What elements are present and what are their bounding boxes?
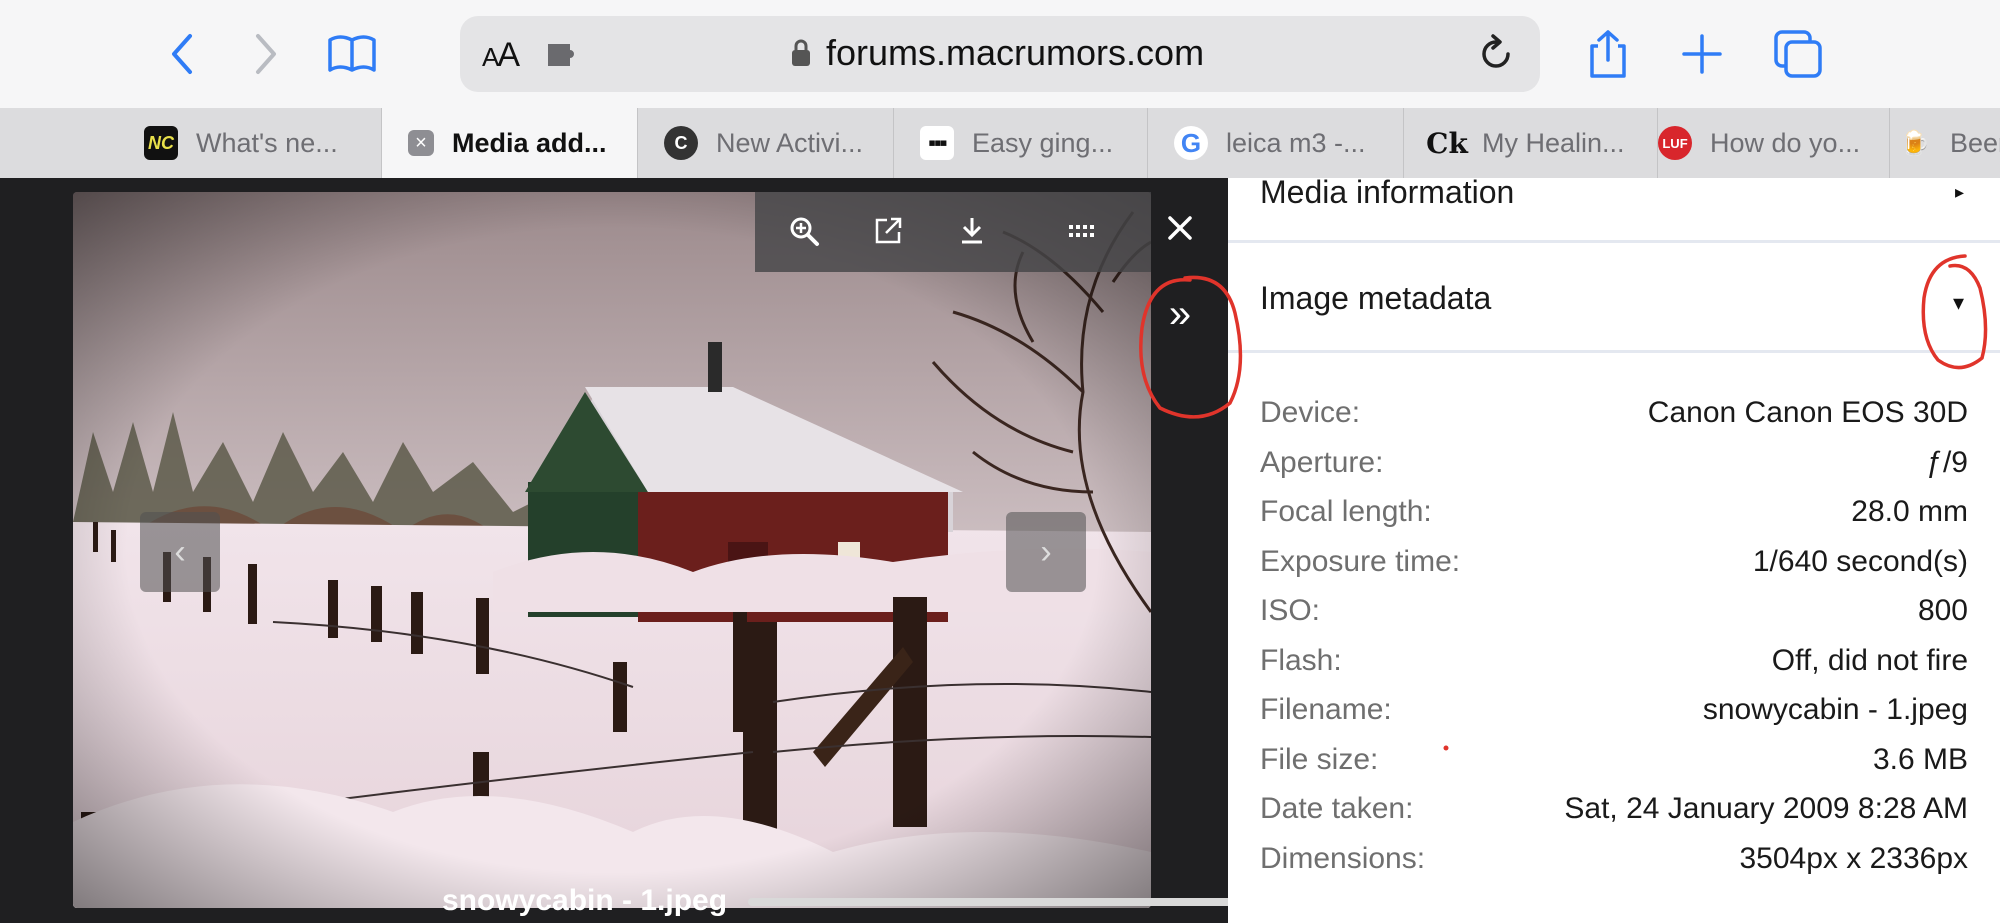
tab-media-add[interactable]: × Media add... bbox=[382, 108, 638, 178]
tab-label: New Activi... bbox=[716, 127, 864, 158]
tab-bar: NC What's ne... × Media add... C New Act… bbox=[0, 108, 2000, 179]
next-image-button[interactable]: › bbox=[1006, 512, 1086, 592]
url-display[interactable]: forums.macrumors.com bbox=[790, 32, 1204, 74]
toggle-sidebar-icon[interactable]: » bbox=[1158, 294, 1202, 338]
prev-image-button[interactable]: ‹ bbox=[140, 512, 220, 592]
chevron-down-icon[interactable]: ▾ bbox=[1953, 290, 1964, 316]
tab-label: My Healin... bbox=[1482, 127, 1625, 158]
tab-label: What's ne... bbox=[196, 127, 338, 158]
tab-label: Beer bbox=[1950, 127, 2000, 158]
metadata-row-iso: ISO: 800 bbox=[1260, 594, 1968, 644]
close-icon[interactable] bbox=[1160, 208, 1200, 248]
metadata-label: Focal length: bbox=[1260, 495, 1432, 528]
metadata-value: Sat, 24 January 2009 8:28 AM bbox=[1564, 792, 1968, 825]
close-tab-icon[interactable]: × bbox=[408, 130, 434, 156]
download-icon[interactable] bbox=[951, 210, 993, 252]
tab-new-activity[interactable]: C New Activi... bbox=[638, 108, 894, 178]
lightbox-image[interactable] bbox=[73, 192, 1151, 908]
tab-label: How do yo... bbox=[1710, 127, 1861, 158]
extension-icon[interactable] bbox=[544, 38, 584, 77]
divider bbox=[1228, 240, 2000, 243]
tabs-overview-icon[interactable] bbox=[1766, 22, 1830, 86]
media-sidebar: Media information ▸ Image metadata ▾ Dev… bbox=[1228, 174, 2000, 923]
metadata-value: 3504px x 2336px bbox=[1739, 842, 1968, 875]
metadata-row-aperture: Aperture: ƒ/9 bbox=[1260, 446, 1968, 496]
metadata-label: Date taken: bbox=[1260, 792, 1414, 825]
tab-my-healing[interactable]: Ck My Healin... bbox=[1404, 108, 1658, 178]
reader-options-button[interactable]: AA bbox=[482, 36, 520, 75]
metadata-label: Exposure time: bbox=[1260, 545, 1461, 578]
divider bbox=[1228, 350, 2000, 353]
thumbnails-icon[interactable] bbox=[1061, 210, 1103, 252]
beer-icon: 🍺 bbox=[1900, 129, 1930, 157]
metadata-row-file-size: File size: 3.6 MB bbox=[1260, 743, 1968, 793]
forward-icon[interactable] bbox=[232, 22, 296, 86]
tab-label: Media add... bbox=[452, 127, 607, 158]
metadata-label: Aperture: bbox=[1260, 446, 1384, 479]
reload-icon[interactable] bbox=[1474, 32, 1518, 81]
image-metadata-header[interactable]: Image metadata bbox=[1260, 280, 1491, 317]
metadata-value: 1/640 second(s) bbox=[1752, 545, 1968, 578]
metadata-value: snowycabin - 1.jpeg bbox=[1702, 693, 1968, 726]
page-content: » ‹ › snowycabin - 1.jpeg Media informat… bbox=[0, 174, 2000, 923]
tab-label: leica m3 -... bbox=[1226, 127, 1366, 158]
metadata-value: ƒ/9 bbox=[1926, 446, 1968, 479]
metadata-value: Off, did not fire bbox=[1771, 644, 1968, 677]
back-icon[interactable] bbox=[152, 22, 216, 86]
metadata-row-filename: Filename: snowycabin - 1.jpeg bbox=[1260, 693, 1968, 743]
metadata-label: Device: bbox=[1260, 396, 1361, 429]
metadata-row-dimensions: Dimensions: 3504px x 2336px bbox=[1260, 842, 1968, 892]
metadata-row-device: Device: Canon Canon EOS 30D bbox=[1260, 396, 1968, 446]
dots-logo-icon: ▪▪▪ bbox=[920, 126, 954, 160]
metadata-value: 3.6 MB bbox=[1872, 743, 1968, 776]
open-new-window-icon[interactable] bbox=[867, 210, 909, 252]
address-bar[interactable]: AA forums.macrumors.com bbox=[460, 16, 1540, 92]
horizontal-scrollbar[interactable] bbox=[748, 898, 1258, 906]
c-logo-icon: C bbox=[664, 126, 698, 160]
metadata-value: 28.0 mm bbox=[1851, 495, 1968, 528]
zoom-icon[interactable] bbox=[783, 210, 825, 252]
image-caption: snowycabin - 1.jpeg bbox=[442, 884, 728, 917]
tab-whats-new[interactable]: NC What's ne... bbox=[118, 108, 382, 178]
tab-how-do-you[interactable]: LUF How do yo... bbox=[1658, 108, 1890, 178]
metadata-label: Dimensions: bbox=[1260, 842, 1426, 875]
chevron-right-icon[interactable]: ▸ bbox=[1955, 182, 1964, 203]
luf-logo-icon: LUF bbox=[1658, 126, 1692, 160]
tab-easy-ginger[interactable]: ▪▪▪ Easy ging... bbox=[894, 108, 1148, 178]
google-icon: G bbox=[1174, 126, 1208, 160]
metadata-value: Canon Canon EOS 30D bbox=[1647, 396, 1968, 429]
metadata-row-exposure-time: Exposure time: 1/640 second(s) bbox=[1260, 545, 1968, 595]
ck-logo-icon: Ck bbox=[1426, 126, 1468, 160]
metadata-label: Filename: bbox=[1260, 693, 1392, 726]
tab-leica-m3[interactable]: G leica m3 -... bbox=[1148, 108, 1404, 178]
browser-toolbar: AA forums.macrumors.com bbox=[0, 0, 2000, 108]
metadata-label: File size: bbox=[1260, 743, 1379, 776]
lock-icon bbox=[792, 39, 810, 66]
metadata-row-flash: Flash: Off, did not fire bbox=[1260, 644, 1968, 694]
nc-logo-icon: NC bbox=[144, 126, 178, 160]
media-information-header[interactable]: Media information bbox=[1260, 174, 1514, 211]
tab-label: Easy ging... bbox=[972, 127, 1114, 158]
metadata-row-date-taken: Date taken: Sat, 24 January 2009 8:28 AM bbox=[1260, 792, 1968, 842]
share-icon[interactable] bbox=[1576, 22, 1640, 86]
metadata-label: Flash: bbox=[1260, 644, 1342, 677]
metadata-row-focal-length: Focal length: 28.0 mm bbox=[1260, 495, 1968, 545]
new-tab-icon[interactable] bbox=[1670, 22, 1734, 86]
metadata-label: ISO: bbox=[1260, 594, 1321, 627]
lightbox-toolbar bbox=[755, 192, 1151, 272]
bookmarks-icon[interactable] bbox=[320, 22, 384, 86]
url-text: forums.macrumors.com bbox=[826, 32, 1205, 73]
metadata-value: 800 bbox=[1917, 594, 1968, 627]
tab-beer[interactable]: 🍺 Beer bbox=[1890, 108, 2000, 178]
